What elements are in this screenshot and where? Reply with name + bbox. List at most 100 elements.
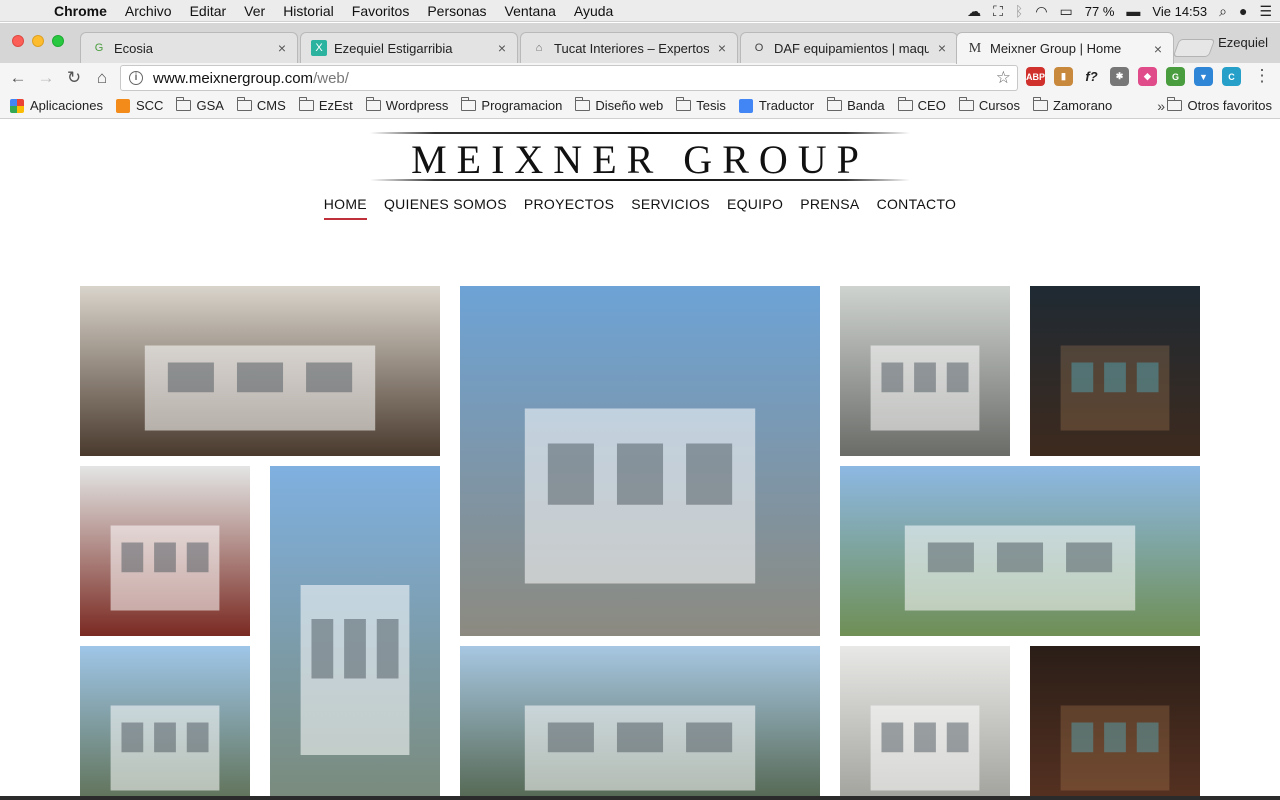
bookmark-label: Wordpress: [385, 98, 449, 113]
close-icon[interactable]: ×: [1151, 41, 1165, 57]
extension-5-icon[interactable]: ◆: [1138, 67, 1157, 86]
tab-daf-equipamientos[interactable]: O DAF equipamientos | maquin ×: [740, 32, 958, 63]
other-bookmarks-folder[interactable]: Otros favoritos: [1167, 97, 1272, 113]
zoom-window-button[interactable]: [52, 35, 64, 47]
nav-quienes-somos[interactable]: QUIENES SOMOS: [384, 196, 507, 220]
extension-7-icon[interactable]: ▼: [1194, 67, 1213, 86]
folder-icon: [298, 97, 314, 111]
menu-ayuda[interactable]: Ayuda: [565, 3, 622, 19]
nav-proyectos[interactable]: PROYECTOS: [524, 196, 614, 220]
bookmark-folder-cms[interactable]: CMS: [236, 97, 286, 113]
close-icon[interactable]: ×: [495, 40, 509, 56]
tucat-favicon-icon: ⌂: [535, 42, 543, 54]
bookmark-label: GSA: [196, 98, 224, 113]
bookmark-folder-cursos[interactable]: Cursos: [958, 97, 1020, 113]
nav-home[interactable]: HOME: [323, 196, 367, 220]
bookmark-folder-wordpress[interactable]: Wordpress: [365, 97, 449, 113]
bookmark-folder-ceo[interactable]: CEO: [897, 97, 946, 113]
tab-meixner-group[interactable]: M Meixner Group | Home ×: [956, 32, 1174, 64]
bookmark-folder-ezest[interactable]: EzEst: [298, 97, 353, 113]
bookmark-folder-banda[interactable]: Banda: [827, 97, 885, 113]
bookmark-folder-gsa[interactable]: GSA: [176, 97, 224, 113]
tab-ezequiel-estigarribia[interactable]: X Ezequiel Estigarribia ×: [300, 32, 518, 63]
menu-historial[interactable]: Historial: [274, 3, 343, 19]
address-bar[interactable]: i www.meixnergroup.com /web/ ☆: [120, 65, 1018, 91]
back-arrow-icon[interactable]: ←: [4, 68, 32, 88]
menu-archivo[interactable]: Archivo: [116, 3, 181, 19]
bookmark-apps[interactable]: Aplicaciones: [10, 98, 103, 113]
site-logo[interactable]: MEIXNER GROUP: [370, 132, 910, 184]
bookmarks-overflow-chevron[interactable]: »: [1157, 98, 1165, 114]
extension-8-icon[interactable]: C: [1222, 67, 1241, 86]
extension-2-icon[interactable]: ▮: [1054, 67, 1073, 86]
ecosia-favicon-icon: G: [94, 42, 104, 54]
bookmark-scc[interactable]: SCC: [116, 98, 163, 113]
gallery-image-bar-lounge-night[interactable]: [1030, 286, 1200, 456]
chrome-menu-icon[interactable]: ⋮: [1248, 66, 1276, 86]
bookmark-folder-traductor[interactable]: Traductor: [738, 98, 814, 113]
reload-icon[interactable]: ↻: [60, 68, 88, 88]
creative-cloud-icon[interactable]: ☁: [967, 3, 981, 20]
gallery-image-modern-house-pool[interactable]: [460, 646, 820, 800]
gallery-image-living-room-fireplace[interactable]: [80, 286, 440, 456]
bluetooth-icon[interactable]: ᛒ: [1015, 3, 1023, 19]
clock[interactable]: Vie 14:53: [1152, 4, 1207, 19]
folder-icon: [676, 97, 692, 111]
spotlight-icon[interactable]: ⌕: [1219, 3, 1227, 20]
close-window-button[interactable]: [12, 35, 24, 47]
screenshot-icon[interactable]: ⛶: [993, 3, 1003, 20]
close-icon[interactable]: ×: [715, 40, 729, 56]
new-tab-button[interactable]: [1172, 39, 1216, 57]
notification-center-icon[interactable]: ☰: [1259, 3, 1272, 20]
gallery-image-white-mansion[interactable]: [460, 286, 820, 636]
extension-3-icon[interactable]: f?: [1082, 67, 1101, 86]
folder-icon: [897, 97, 913, 111]
menu-ventana[interactable]: Ventana: [496, 3, 565, 19]
folder-icon: [827, 97, 843, 111]
tab-title: Meixner Group | Home: [990, 41, 1122, 56]
site-info-icon[interactable]: i: [129, 71, 143, 85]
extension-6-icon[interactable]: G: [1166, 67, 1185, 86]
folder-icon: [176, 97, 192, 111]
menu-favoritos[interactable]: Favoritos: [343, 3, 419, 19]
bookmarks-bar: Aplicaciones SCC GSA CMS EzEst Wordpress Pro…: [0, 93, 1280, 119]
nav-servicios[interactable]: SERVICIOS: [631, 196, 710, 220]
bookmark-star-icon[interactable]: ☆: [996, 68, 1011, 88]
battery-icon[interactable]: ▬: [1126, 3, 1140, 19]
tab-ecosia[interactable]: G Ecosia ×: [80, 32, 298, 63]
home-icon[interactable]: ⌂: [88, 68, 116, 88]
bookmark-folder-dise-o-web[interactable]: Diseño web: [575, 97, 663, 113]
close-icon[interactable]: ×: [935, 40, 949, 56]
folder-icon: [958, 97, 974, 111]
close-icon[interactable]: ×: [275, 40, 289, 56]
forward-arrow-icon[interactable]: →: [32, 68, 60, 88]
bookmark-folder-tesis[interactable]: Tesis: [676, 97, 726, 113]
gallery-image-townhouse-facade[interactable]: [80, 646, 250, 800]
extension-1-icon[interactable]: ABP: [1026, 67, 1045, 86]
minimize-window-button[interactable]: [32, 35, 44, 47]
gallery-image-apartment-interior[interactable]: [840, 646, 1010, 800]
gallery-image-dining-room-interior[interactable]: [840, 286, 1010, 456]
nav-prensa[interactable]: PRENSA: [800, 196, 859, 220]
bookmark-label: EzEst: [318, 98, 353, 113]
menu-ver[interactable]: Ver: [235, 3, 274, 19]
nav-contacto[interactable]: CONTACTO: [877, 196, 957, 220]
gallery-image-residential-tower[interactable]: [270, 466, 440, 800]
bookmark-folder-programacion[interactable]: Programacion: [461, 97, 562, 113]
gallery-image-restaurant-interior[interactable]: [1030, 646, 1200, 800]
site-navigation: HOME QUIENES SOMOS PROYECTOS SERVICIOS EQUIP…: [0, 196, 1280, 220]
profile-name[interactable]: Ezequiel: [1218, 35, 1268, 50]
extension-4-icon[interactable]: ✱: [1110, 67, 1129, 86]
menu-chrome[interactable]: Chrome: [44, 3, 116, 19]
gallery-image-modern-kitchen-living[interactable]: [80, 466, 250, 636]
menu-editar[interactable]: Editar: [181, 3, 236, 19]
menu-personas[interactable]: Personas: [418, 3, 495, 19]
siri-icon[interactable]: ●: [1239, 3, 1247, 19]
tab-tucat-interiores[interactable]: ⌂ Tucat Interiores – Expertos a ×: [520, 32, 738, 63]
bookmark-folder-zamorano[interactable]: Zamorano: [1033, 97, 1112, 113]
bookmark-label: Banda: [847, 98, 885, 113]
airplay-icon[interactable]: ▭: [1060, 3, 1073, 20]
gallery-image-classic-house-garden[interactable]: [840, 466, 1200, 636]
wifi-icon[interactable]: ◠: [1035, 3, 1047, 20]
nav-equipo[interactable]: EQUIPO: [727, 196, 783, 220]
